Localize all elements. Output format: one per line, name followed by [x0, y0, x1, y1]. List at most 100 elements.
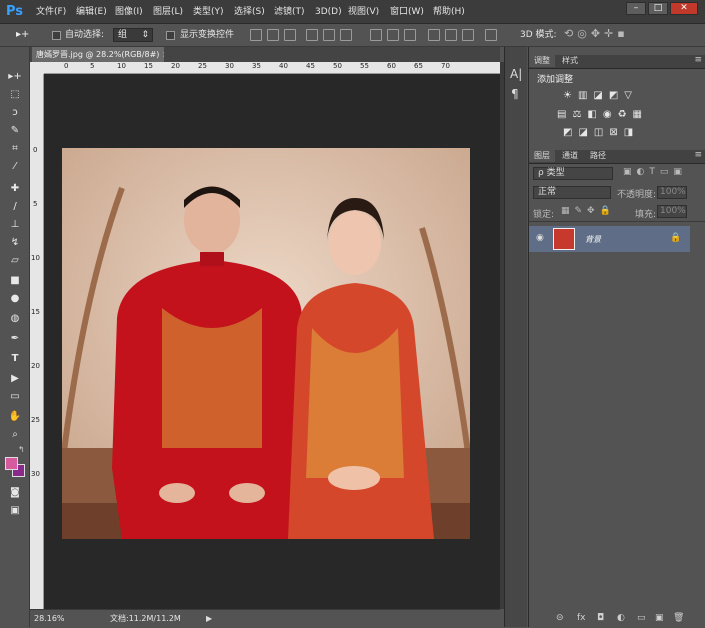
align-right-icon[interactable]: [340, 29, 352, 41]
distribute-bottom-icon[interactable]: [404, 29, 416, 41]
distribute-right-icon[interactable]: [462, 29, 474, 41]
menu-type[interactable]: 类型(Y): [193, 0, 224, 24]
gradient-tool-icon[interactable]: ■: [6, 273, 24, 288]
horizontal-ruler[interactable]: 0 5 10 15 20 25 30 35 40 45 50 55 60 65 …: [44, 62, 500, 74]
vertical-ruler[interactable]: 0 5 10 15 20 25 30: [30, 74, 44, 609]
healing-tool-icon[interactable]: ✚: [6, 181, 24, 196]
status-menu-arrow-icon[interactable]: ▶: [206, 610, 212, 628]
fill-input[interactable]: 100%: [657, 205, 687, 218]
align-top-icon[interactable]: [250, 29, 262, 41]
close-tab-icon[interactable]: ×: [162, 50, 164, 59]
3d-mode-icons[interactable]: ⟲◎✥✛▪: [564, 27, 629, 40]
stamp-tool-icon[interactable]: ⊥: [6, 217, 24, 232]
quick-select-tool-icon[interactable]: ✎: [6, 123, 24, 138]
auto-select-checkbox[interactable]: [52, 31, 61, 40]
path-select-tool-icon[interactable]: ▶: [6, 371, 24, 386]
panel-menu-icon[interactable]: ≡: [694, 55, 702, 65]
tab-paths[interactable]: 路径: [585, 150, 611, 162]
auto-select-dropdown[interactable]: 组 ⇕: [113, 28, 153, 42]
screen-mode-icon[interactable]: ▣: [6, 503, 24, 518]
blend-mode-dropdown[interactable]: 正常: [533, 186, 611, 199]
ruler-tick: 25: [31, 416, 40, 424]
document-tab[interactable]: 唐嫣罗晋.jpg @ 28.2%(RGB/8#) ×: [32, 47, 164, 62]
crop-tool-icon[interactable]: ⌗: [6, 141, 24, 156]
tab-styles[interactable]: 样式: [557, 55, 583, 67]
hand-tool-icon[interactable]: ✋: [6, 409, 24, 424]
lock-icons[interactable]: ▦✎✥🔒: [561, 206, 616, 216]
zoom-level[interactable]: 28.16%: [34, 610, 65, 628]
wedding-photo[interactable]: [62, 148, 470, 539]
new-group-icon[interactable]: ▭: [637, 613, 646, 623]
eyedropper-tool-icon[interactable]: ⁄: [6, 159, 24, 174]
menu-select[interactable]: 选择(S): [234, 0, 265, 24]
add-mask-icon[interactable]: ◘: [597, 613, 604, 623]
adjustment-layer-icon[interactable]: ◐: [617, 613, 625, 623]
maximize-button[interactable]: □: [648, 2, 668, 15]
zoom-tool-icon[interactable]: ⌕: [6, 427, 24, 442]
auto-align-icon[interactable]: [485, 29, 497, 41]
move-tool-icon[interactable]: ▸+: [6, 69, 24, 84]
distribute-hcenter-icon[interactable]: [445, 29, 457, 41]
menu-3d[interactable]: 3D(D): [315, 0, 342, 24]
swap-colors-icon[interactable]: ↰: [18, 445, 25, 454]
adjustment-icons-row-2[interactable]: ▤⚖◧◉♻▦: [557, 109, 648, 120]
align-hcenter-icon[interactable]: [323, 29, 335, 41]
quick-mask-icon[interactable]: ◙: [6, 485, 24, 500]
menu-view[interactable]: 视图(V): [348, 0, 379, 24]
fill-label: 填充:: [635, 210, 657, 220]
layer-filter-dropdown[interactable]: ρ 类型: [533, 167, 613, 180]
minimize-button[interactable]: –: [626, 2, 646, 15]
blur-tool-icon[interactable]: ●: [6, 291, 24, 306]
opacity-input[interactable]: 100%: [657, 186, 687, 199]
adjustment-icons-row-1[interactable]: ☀▥◪◩▽: [563, 90, 638, 101]
dodge-tool-icon[interactable]: ◍: [6, 311, 24, 326]
show-transform-checkbox[interactable]: [166, 31, 175, 40]
distribute-left-icon[interactable]: [428, 29, 440, 41]
tab-layers[interactable]: 图层: [529, 150, 555, 162]
foreground-color-swatch[interactable]: [5, 457, 18, 470]
paragraph-panel-icon[interactable]: ¶: [511, 87, 519, 101]
lasso-tool-icon[interactable]: ↄ: [6, 105, 24, 120]
ruler-tick: 50: [333, 62, 342, 70]
brush-tool-icon[interactable]: /: [6, 199, 24, 214]
menu-help[interactable]: 帮助(H): [433, 0, 465, 24]
marquee-tool-icon[interactable]: ⬚: [6, 87, 24, 102]
eye-visibility-icon[interactable]: ◉: [536, 233, 544, 243]
panel-menu-icon[interactable]: ≡: [694, 150, 702, 160]
character-panel-icon[interactable]: A|: [510, 67, 522, 81]
menu-window[interactable]: 窗口(W): [390, 0, 424, 24]
align-left-icon[interactable]: [306, 29, 318, 41]
distribute-vcenter-icon[interactable]: [387, 29, 399, 41]
distribute-top-icon[interactable]: [370, 29, 382, 41]
new-layer-icon[interactable]: ▣: [655, 613, 664, 623]
trash-icon[interactable]: 🗑: [673, 613, 684, 623]
ruler-tick: 10: [31, 254, 40, 262]
move-tool-preset-icon[interactable]: ▸+: [16, 29, 29, 40]
eraser-tool-icon[interactable]: ▱: [6, 253, 24, 268]
ruler-tick: 35: [252, 62, 261, 70]
menu-layer[interactable]: 图层(L): [153, 0, 183, 24]
menu-file[interactable]: 文件(F): [36, 0, 66, 24]
align-vcenter-icon[interactable]: [267, 29, 279, 41]
menu-image[interactable]: 图像(I): [115, 0, 143, 24]
adjustment-icons-row-3[interactable]: ◩◪◫⊠◨: [563, 127, 639, 138]
align-bottom-icon[interactable]: [284, 29, 296, 41]
close-button[interactable]: ✕: [670, 2, 698, 15]
auto-select-label: 自动选择:: [65, 30, 105, 40]
type-tool-icon[interactable]: T: [6, 351, 24, 366]
history-brush-icon[interactable]: ↯: [6, 235, 24, 250]
link-layers-icon[interactable]: ⊝: [556, 613, 564, 623]
document-size-info: 文档:11.2M/11.2M: [110, 614, 181, 623]
layer-filter-icons[interactable]: ▣◐T▭▣: [623, 167, 687, 177]
layer-name[interactable]: 背景: [585, 234, 601, 245]
shape-tool-icon[interactable]: ▭: [6, 389, 24, 404]
ruler-tick: 5: [90, 62, 95, 70]
ruler-tick: 45: [306, 62, 315, 70]
tab-channels[interactable]: 通道: [557, 150, 583, 162]
pen-tool-icon[interactable]: ✒: [6, 331, 24, 346]
menu-edit[interactable]: 编辑(E): [76, 0, 107, 24]
menu-filter[interactable]: 滤镜(T): [274, 0, 305, 24]
fx-icon[interactable]: fx: [577, 613, 586, 623]
tab-adjustments[interactable]: 调整: [529, 55, 555, 67]
adjust-tab-bar: 调整 样式 ≡: [529, 55, 705, 69]
